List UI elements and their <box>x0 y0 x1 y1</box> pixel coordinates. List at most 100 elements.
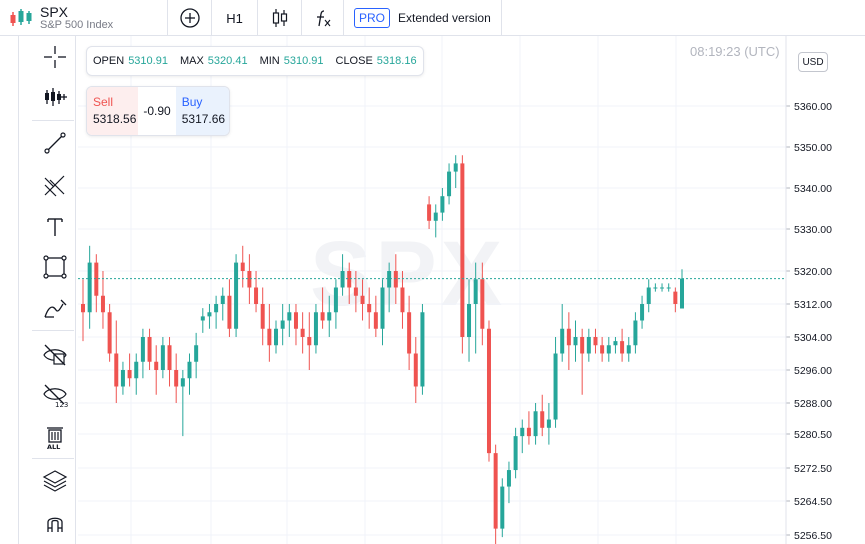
candlestick-icon <box>272 9 287 27</box>
hide-drawings-icon <box>43 344 67 366</box>
candle-body <box>533 411 538 437</box>
candle-body <box>267 328 272 346</box>
tool-separator <box>32 458 74 459</box>
candle-body <box>320 312 325 321</box>
hide-markers-tool[interactable]: 123 <box>36 376 74 414</box>
candle-body <box>606 345 611 354</box>
candle-body <box>140 337 145 362</box>
sell-button[interactable]: Sell 5318.56 <box>87 87 139 135</box>
buy-button[interactable]: Buy 5317.66 <box>175 87 229 135</box>
trend-line-icon <box>44 132 66 154</box>
candle-body <box>433 212 438 221</box>
ohlc-legend: OPEN 5310.91 MAX 5320.41 MIN 5310.91 CLO… <box>86 46 424 76</box>
hide-markers-icon: 123 <box>43 384 68 408</box>
text-tool[interactable] <box>36 208 74 246</box>
candle-body <box>640 304 645 321</box>
candle-body <box>94 262 99 296</box>
candle-body <box>347 271 352 288</box>
delete-all-tool[interactable]: ALL <box>36 418 74 456</box>
buy-label: Buy <box>181 95 203 109</box>
candle-body <box>453 163 458 172</box>
currency-button[interactable]: USD <box>798 52 828 72</box>
extended-version-label: Extended version <box>398 11 491 25</box>
candle-body <box>620 341 625 354</box>
pitchfork-tool[interactable] <box>36 166 74 204</box>
candle-body <box>580 337 585 354</box>
candle-body <box>600 345 605 354</box>
candle-body <box>407 312 412 354</box>
top-toolbar: SPX S&P 500 Index H1 PRO Extended versio… <box>0 0 865 36</box>
candle-body <box>506 470 511 487</box>
candle-body <box>500 486 505 529</box>
candle-body <box>493 453 498 529</box>
close-label: CLOSE <box>335 55 373 67</box>
brush-icon <box>44 299 67 318</box>
candle-body <box>313 312 318 346</box>
price-axis-label: 5320.00 <box>794 266 832 278</box>
timeframe-button[interactable]: H1 <box>212 0 258 36</box>
price-axis-label: 5264.50 <box>794 496 832 508</box>
trend-line-tool[interactable] <box>36 124 74 162</box>
indicators-button[interactable] <box>302 0 344 36</box>
candle-body <box>120 370 125 387</box>
candle-body <box>480 279 485 329</box>
tool-separator <box>32 120 74 121</box>
text-icon <box>47 218 63 236</box>
extended-version-link[interactable]: PRO Extended version <box>344 0 502 36</box>
candle-body <box>586 337 591 354</box>
compare-button[interactable] <box>168 0 212 36</box>
trading-app: SPX S&P 500 Index H1 PRO Extended versio… <box>0 0 865 544</box>
function-icon <box>316 10 330 27</box>
layers-tool[interactable] <box>36 462 74 500</box>
candle-body <box>653 287 658 289</box>
min-label: MIN <box>259 55 280 67</box>
svg-text:ALL: ALL <box>47 443 60 450</box>
candle-body <box>300 328 305 337</box>
candle-body <box>546 419 551 428</box>
candle-body <box>234 262 239 329</box>
candle-body <box>114 353 119 387</box>
candle-body <box>413 353 418 387</box>
rectangle-tool[interactable] <box>36 248 74 286</box>
candle-body <box>633 320 638 346</box>
candle-body <box>420 312 425 387</box>
sell-label: Sell <box>93 95 114 109</box>
candle-body <box>447 171 452 197</box>
magnet-tool[interactable] <box>36 504 74 542</box>
candle-body <box>473 279 478 304</box>
chart-type-button[interactable] <box>258 0 302 36</box>
candle-body <box>240 262 245 271</box>
candle-body <box>280 320 285 329</box>
crosshair-tool[interactable] <box>36 38 74 76</box>
candle-body <box>400 287 405 313</box>
buy-price: 5317.66 <box>181 112 226 126</box>
hide-drawings-tool[interactable] <box>36 336 74 374</box>
close-value: 5318.16 <box>376 55 417 67</box>
pitchfork-icon <box>44 175 65 197</box>
candle-body <box>194 345 199 362</box>
candle-body <box>540 411 545 428</box>
price-axis-label: 5256.50 <box>794 530 832 542</box>
candle-body <box>646 287 651 304</box>
chart-area[interactable]: SPX 5360.00 5350.00 5340.00 5330.00 5320.00 5… <box>78 36 865 544</box>
min-value: 5310.91 <box>283 55 324 67</box>
candle-body <box>327 312 332 321</box>
utc-clock: 08:19:23 (UTC) <box>690 44 780 59</box>
symbol-selector[interactable]: SPX S&P 500 Index <box>0 0 168 36</box>
candle-body <box>127 370 132 379</box>
price-axis-label: 5304.00 <box>794 332 832 344</box>
max-value: 5320.41 <box>207 55 248 67</box>
price-axis-label: 5312.00 <box>794 299 832 311</box>
trade-panel: Sell 5318.56 -0.90 Buy 5317.66 <box>86 86 230 136</box>
candle-body <box>626 345 631 354</box>
max-label: MAX <box>179 55 204 67</box>
candle-body <box>167 345 172 370</box>
indicators-tool[interactable] <box>36 78 74 116</box>
candle-body <box>247 271 252 288</box>
candle-body <box>100 295 105 313</box>
brush-tool[interactable] <box>36 290 74 328</box>
price-axis-label: 5330.00 <box>794 224 832 236</box>
candle-body <box>254 287 259 304</box>
candle-body <box>573 337 578 346</box>
candle-body <box>107 312 112 354</box>
